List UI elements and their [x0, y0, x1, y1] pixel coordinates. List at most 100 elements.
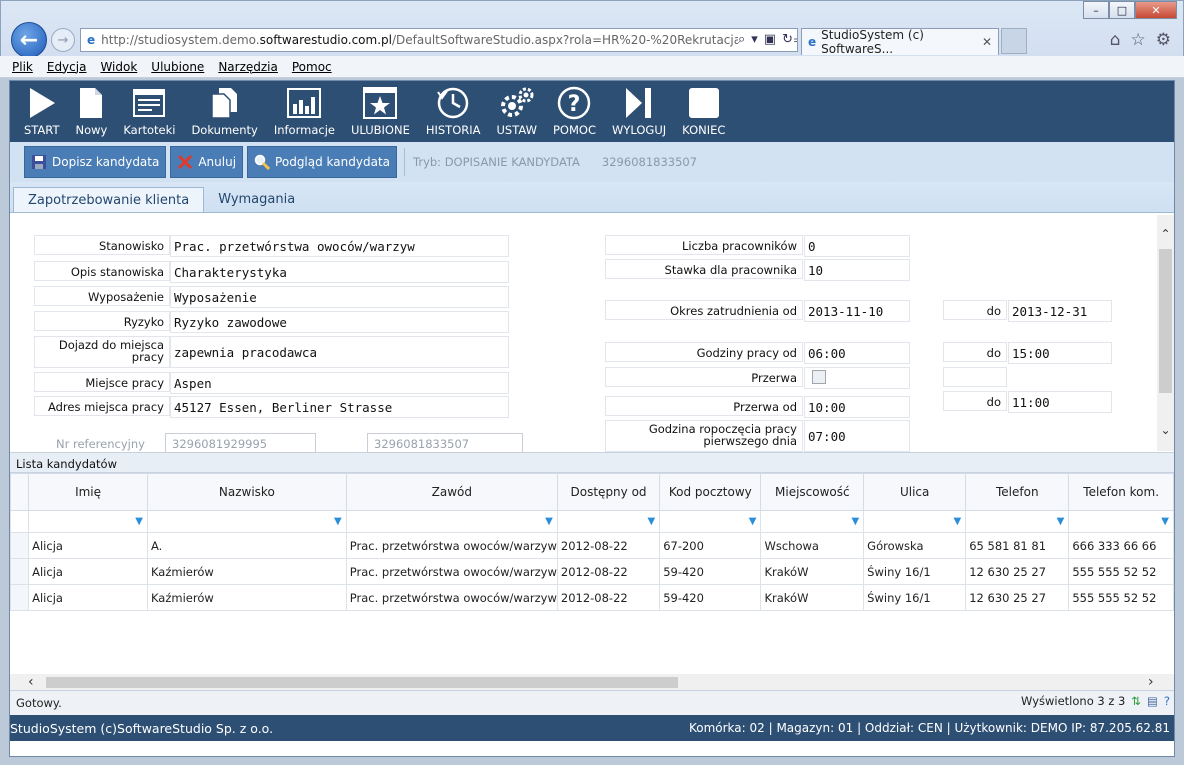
- row-header[interactable]: [10, 584, 30, 611]
- dropdown-icon[interactable]: ▾: [751, 32, 758, 47]
- cell-zawod: Prac. przetwórstwa owoców/warzyw: [345, 558, 558, 585]
- menu-plik[interactable]: Plik: [12, 60, 33, 74]
- menu-pomoc[interactable]: Pomoc: [292, 60, 332, 74]
- cell-telefon-kom: 555 555 52 52: [1068, 584, 1174, 611]
- home-icon[interactable]: ⌂: [1110, 30, 1121, 50]
- okres-od-field[interactable]: 2013-11-10: [804, 300, 910, 322]
- nr-ref2-field[interactable]: 3296081833507: [367, 433, 523, 453]
- miejsce-field[interactable]: Aspen: [170, 372, 509, 394]
- chevron-up-icon[interactable]: ⌃: [1159, 227, 1172, 241]
- address-bar[interactable]: e http://studiosystem.demo. softwarestudi…: [80, 28, 798, 52]
- refresh-icon[interactable]: ↻: [782, 32, 793, 47]
- adres-field[interactable]: 45127 Essen, Berliner Strasse: [170, 396, 509, 418]
- przerwa-do-field[interactable]: 11:00: [1008, 391, 1112, 413]
- row-header[interactable]: [10, 558, 30, 585]
- table-row[interactable]: Alicja A. Prac. przetwórstwa owoców/warz…: [10, 532, 1174, 559]
- chevron-down-icon[interactable]: ⌄: [1159, 423, 1172, 437]
- col-telefon-kom[interactable]: Telefon kom.: [1068, 473, 1174, 511]
- toolbar-dokumenty[interactable]: Dokumenty: [183, 81, 265, 142]
- add-candidate-button[interactable]: Dopisz kandydata: [24, 146, 167, 178]
- menu-widok[interactable]: Widok: [100, 60, 137, 74]
- nr-ref-field[interactable]: 3296081929995: [165, 433, 316, 453]
- col-nazwisko[interactable]: Nazwisko: [146, 473, 347, 511]
- browser-tab[interactable]: e StudioSystem (c) SoftwareS... ✕: [801, 28, 999, 56]
- favorites-star-icon[interactable]: ☆: [1131, 30, 1146, 50]
- toolbar-ulubione[interactable]: ULUBIONE: [343, 81, 418, 142]
- col-telefon[interactable]: Telefon: [965, 473, 1070, 511]
- toolbar-label: Informacje: [273, 123, 335, 137]
- okres-do-field[interactable]: 2013-12-31: [1008, 300, 1112, 322]
- minimize-button[interactable]: –: [1083, 1, 1109, 19]
- magnifier-icon: [254, 154, 271, 171]
- stanowisko-field[interactable]: Prac. przetwórstwa owoców/warzyw: [170, 235, 509, 257]
- wyposazenie-field[interactable]: Wyposażenie: [170, 286, 509, 308]
- close-tab-icon[interactable]: ✕: [982, 35, 992, 49]
- filter-icon[interactable]: ▼: [146, 510, 347, 533]
- form-vertical-scrollbar[interactable]: ⌃ ⌄: [1157, 215, 1174, 451]
- scroll-thumb[interactable]: [1159, 249, 1172, 393]
- dojazd-field[interactable]: zapewnia pracodawca: [170, 336, 509, 368]
- filter-icon[interactable]: ▼: [28, 510, 148, 533]
- toolbar-historia[interactable]: HISTORIA: [418, 81, 489, 142]
- filter-icon[interactable]: ▼: [345, 510, 558, 533]
- table-row[interactable]: Alicja Kaźmierów Prac. przetwórstwa owoc…: [10, 558, 1174, 585]
- toolbar-ustaw[interactable]: USTAW: [489, 81, 545, 142]
- toolbar-kartoteki[interactable]: Kartoteki: [115, 81, 183, 142]
- tab-wymagania[interactable]: Wymagania: [204, 187, 309, 212]
- stawka-field[interactable]: 10: [804, 259, 910, 281]
- przerwa-checkbox[interactable]: [812, 370, 826, 384]
- col-imie[interactable]: Imię: [28, 473, 148, 511]
- filter-icon[interactable]: ▼: [556, 510, 661, 533]
- col-kod[interactable]: Kod pocztowy: [659, 473, 762, 511]
- col-ulica[interactable]: Ulica: [863, 473, 967, 511]
- forward-button[interactable]: →: [51, 28, 75, 52]
- refresh-icon[interactable]: ⇅: [1131, 694, 1141, 708]
- maximize-button[interactable]: □: [1109, 1, 1135, 19]
- filter-icon[interactable]: ▼: [965, 510, 1070, 533]
- opis-field[interactable]: Charakterystyka: [170, 261, 509, 283]
- row-header[interactable]: [10, 532, 30, 559]
- col-miejscowosc[interactable]: Miejscowość: [760, 473, 865, 511]
- ryzyko-field[interactable]: Ryzyko zawodowe: [170, 311, 509, 333]
- records-count: Wyświetlono 3 z 3: [1021, 694, 1126, 708]
- table-row[interactable]: Alicja Kaźmierów Prac. przetwórstwa owoc…: [10, 584, 1174, 611]
- back-button[interactable]: ←: [11, 22, 47, 58]
- chevron-right-icon[interactable]: ›: [1148, 674, 1154, 690]
- toolbar-informacje[interactable]: Informacje: [266, 81, 343, 142]
- liczba-field[interactable]: 0: [804, 235, 910, 257]
- settings-gear-icon[interactable]: ⚙: [1156, 30, 1171, 50]
- chevron-left-icon[interactable]: ‹: [28, 674, 34, 690]
- filter-icon[interactable]: ▼: [760, 510, 865, 533]
- scroll-thumb[interactable]: [46, 677, 678, 688]
- toolbar-label: ULUBIONE: [350, 123, 410, 137]
- filter-icon[interactable]: ▼: [863, 510, 967, 533]
- preview-candidate-button[interactable]: Podgląd kandydata: [247, 146, 397, 178]
- menu-narzedzia[interactable]: Narzędzia: [218, 60, 278, 74]
- col-dostepny[interactable]: Dostępny od: [556, 473, 661, 511]
- help-icon[interactable]: ?: [1164, 694, 1170, 708]
- compatibility-icon[interactable]: ▣: [764, 32, 776, 47]
- toolbar-start[interactable]: START: [16, 81, 67, 142]
- menu-ulubione[interactable]: Ulubione: [151, 60, 204, 74]
- godziny-od-field[interactable]: 06:00: [804, 342, 910, 364]
- filter-icon[interactable]: ▼: [659, 510, 762, 533]
- toolbar-nowy[interactable]: Nowy: [67, 81, 115, 142]
- przerwa-do-label: do: [943, 391, 1007, 411]
- grid-horizontal-scrollbar[interactable]: ‹ ›: [10, 674, 1174, 690]
- toolbar-koniec[interactable]: KONIEC: [674, 81, 733, 142]
- menu-edycja[interactable]: Edycja: [47, 60, 87, 74]
- cancel-button[interactable]: Anuluj: [170, 146, 244, 178]
- export-icon[interactable]: ▤: [1147, 694, 1158, 708]
- rozpoczecie-field[interactable]: 07:00: [804, 420, 910, 452]
- godziny-do-field[interactable]: 15:00: [1008, 342, 1112, 364]
- toolbar-wyloguj[interactable]: WYLOGUJ: [604, 81, 674, 142]
- cell-kod: 59-420: [659, 584, 762, 611]
- tab-zapotrzebowanie[interactable]: Zapotrzebowanie klienta: [13, 187, 205, 212]
- new-tab-button[interactable]: [1001, 28, 1027, 54]
- close-window-button[interactable]: ✕: [1135, 1, 1177, 19]
- toolbar-pomoc[interactable]: ? POMOC: [545, 81, 604, 142]
- filter-icon[interactable]: ▼: [1068, 510, 1174, 533]
- col-zawod[interactable]: Zawód: [345, 473, 558, 511]
- przerwa-od-field[interactable]: 10:00: [804, 396, 910, 418]
- search-icon[interactable]: ⌕: [738, 32, 745, 47]
